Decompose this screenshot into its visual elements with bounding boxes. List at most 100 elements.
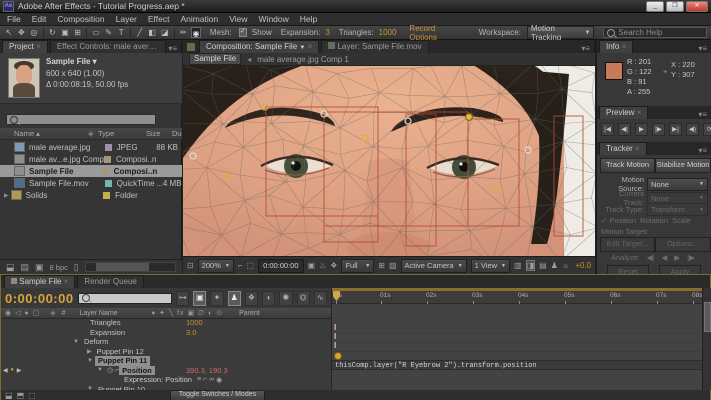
position-checkbox[interactable]: ✓ Position	[601, 216, 636, 225]
mask-visibility-icon[interactable]: ⬚	[247, 261, 255, 270]
menu-file[interactable]: File	[7, 14, 21, 24]
tab-project[interactable]: Project ×	[2, 40, 48, 53]
panel-menu-icon[interactable]: ▾≡	[698, 146, 711, 155]
track-motion-button[interactable]: Track Motion	[600, 158, 655, 173]
mesh-show-checkbox[interactable]: ✓	[239, 28, 247, 37]
timeline-button-icon[interactable]: ▤	[539, 261, 547, 270]
fast-previews-icon[interactable]: ◨	[526, 260, 536, 271]
expression-enable-icon[interactable]: ≡	[197, 376, 201, 383]
column-type[interactable]: Type	[98, 129, 146, 138]
bit-depth-button[interactable]: 8 bpc	[50, 263, 68, 272]
expand-options-pane-icon[interactable]: ⬚	[28, 391, 36, 400]
triangles-value[interactable]: 1000	[186, 318, 203, 327]
menu-help[interactable]: Help	[300, 14, 317, 24]
loop-button[interactable]: ⟳	[703, 123, 711, 136]
timeline-track-area[interactable]: 0s 01s 02s 03s 04s 05s 06s 07s 08s I I I…	[331, 288, 702, 390]
stopwatch-icon[interactable]: ◷	[107, 366, 113, 374]
auto-keyframe-icon[interactable]: ⏣	[297, 291, 310, 306]
shy-icon[interactable]: ♟	[228, 291, 241, 306]
camera-tool-icon[interactable]: ▣	[60, 27, 70, 38]
tab-composition[interactable]: Composition: Sample File ▼ ×	[199, 40, 319, 53]
expression-field[interactable]: thisComp.layer("R Eyebrow 2").transform.…	[332, 360, 703, 370]
column-parent[interactable]: Parent	[239, 310, 260, 317]
label-chip[interactable]	[105, 144, 112, 151]
clone-stamp-tool-icon[interactable]: ◧	[147, 27, 157, 38]
keyframe-navigator[interactable]: ◀ ♦ ▶	[3, 367, 21, 374]
twirl-icon[interactable]: ▶	[4, 192, 9, 199]
tab-layer[interactable]: Layer: Sample File.mov	[321, 40, 428, 53]
menu-window[interactable]: Window	[259, 14, 289, 24]
transparency-grid-icon[interactable]: ▨	[389, 261, 397, 270]
new-folder-icon[interactable]: ▤	[21, 262, 30, 273]
safe-zones-icon[interactable]: ⌐	[238, 261, 243, 270]
motion-blur-icon[interactable]: ◗	[262, 291, 275, 306]
row-puppet-pin-12[interactable]: ▶ Puppet Pin 12	[1, 347, 331, 357]
row-expansion[interactable]: Expansion 3.0	[1, 328, 331, 338]
track-type-dropdown[interactable]: Transform▼	[647, 203, 708, 216]
brush-tool-icon[interactable]: ╱	[135, 27, 145, 38]
analyze-forward-1-icon[interactable]: |▶	[687, 253, 695, 262]
interpret-footage-icon[interactable]: ⬓	[6, 262, 15, 273]
expression-pickwhip-icon[interactable]: ∞	[209, 376, 214, 383]
breadcrumb-parent[interactable]: male average.jpg Comp 1	[257, 55, 349, 64]
menu-layer[interactable]: Layer	[116, 14, 137, 24]
last-frame-button[interactable]: ▶|	[669, 123, 682, 136]
analyze-forward-icon[interactable]: ▶	[674, 253, 680, 262]
row-expression-position[interactable]: Expression: Position ≡ ⌐ ∞ ◉	[1, 375, 331, 385]
current-time-box[interactable]: 0:00:00:00	[258, 259, 303, 273]
column-name[interactable]: Name ▴	[14, 129, 88, 138]
next-frame-button[interactable]: |▶	[652, 123, 665, 136]
column-layer-name[interactable]: Layer Name	[79, 310, 117, 317]
horizontal-scrollbar[interactable]	[85, 262, 176, 272]
previous-frame-button[interactable]: ◀|	[618, 123, 631, 136]
expand-layer-pane-icon[interactable]: ⬓	[5, 391, 13, 400]
label-chip[interactable]	[102, 168, 109, 175]
file-row-male-av-comp[interactable]: male av...e.jpg Comp 1 Composi..n	[0, 153, 182, 165]
shape-tool-icon[interactable]: ▭	[91, 27, 101, 38]
exposure-value[interactable]: +0.0	[575, 261, 591, 270]
current-time-display[interactable]: 0:00:00:00	[5, 291, 74, 306]
menu-composition[interactable]: Composition	[57, 14, 104, 24]
expression-language-icon[interactable]: ◉	[216, 376, 222, 384]
resolution-dropdown[interactable]: Full▼	[341, 259, 374, 273]
new-composition-icon[interactable]: ▣	[35, 262, 44, 273]
always-preview-icon[interactable]: ⊡	[187, 261, 194, 270]
reset-exposure-icon[interactable]: ☼	[562, 261, 569, 270]
file-row-solids[interactable]: ▶ Solids Folder	[0, 189, 182, 201]
draft-3d-icon[interactable]: ✦	[210, 291, 223, 306]
graph-editor-icon[interactable]: ∿	[314, 291, 327, 306]
roi-icon[interactable]: ⊞	[378, 261, 385, 270]
tab-effect-controls[interactable]: Effect Controls: male average.jpg	[50, 40, 167, 53]
panel-menu-icon[interactable]: ▾≡	[698, 44, 711, 53]
flowchart-icon[interactable]: ♟	[551, 261, 558, 270]
tab-info[interactable]: Info ×	[599, 40, 633, 53]
toggle-switches-modes-button[interactable]: Toggle Switches / Modes	[170, 390, 265, 400]
zoom-tool-icon[interactable]: ◎	[29, 27, 39, 38]
row-position[interactable]: ◀ ♦ ▶ ▼ ◷ ⌐ Position 390.3, 190.3	[1, 366, 331, 376]
selected-puppet-pin[interactable]	[466, 114, 473, 121]
camera-dropdown[interactable]: Active Camera▼	[401, 259, 467, 273]
triangles-value[interactable]: 1000	[379, 28, 397, 37]
project-search-input[interactable]	[6, 114, 156, 125]
show-snapshot-icon[interactable]: ♨	[319, 261, 326, 270]
channels-icon[interactable]: ❖	[330, 261, 337, 270]
text-tool-icon[interactable]: T	[116, 27, 126, 38]
first-frame-button[interactable]: |◀	[601, 123, 614, 136]
twirl-open-icon[interactable]: ▼	[87, 358, 93, 364]
label-chip[interactable]	[103, 192, 110, 199]
panel-lock-icon[interactable]	[187, 43, 195, 51]
play-button[interactable]: ▶	[635, 123, 648, 136]
panel-menu-icon[interactable]: ▾≡	[581, 44, 594, 53]
close-button[interactable]: ✕	[686, 1, 708, 12]
view-layout-dropdown[interactable]: 1 View▼	[471, 259, 510, 273]
minimize-button[interactable]: _	[646, 1, 664, 12]
analyze-backward-icon[interactable]: ◀	[662, 253, 668, 262]
options-button[interactable]: Options...	[655, 237, 711, 252]
menu-effect[interactable]: Effect	[148, 14, 170, 24]
tab-render-queue[interactable]: Render Queue	[77, 275, 143, 288]
twirl-open-icon[interactable]: ▼	[97, 367, 103, 373]
stabilize-motion-button[interactable]: Stabilize Motion	[655, 158, 711, 173]
column-duration[interactable]: Du	[172, 129, 182, 138]
row-puppet-pin-11[interactable]: ▼ Puppet Pin 11	[1, 356, 331, 366]
puppet-pin-tool-icon[interactable]: ◉	[191, 27, 201, 38]
